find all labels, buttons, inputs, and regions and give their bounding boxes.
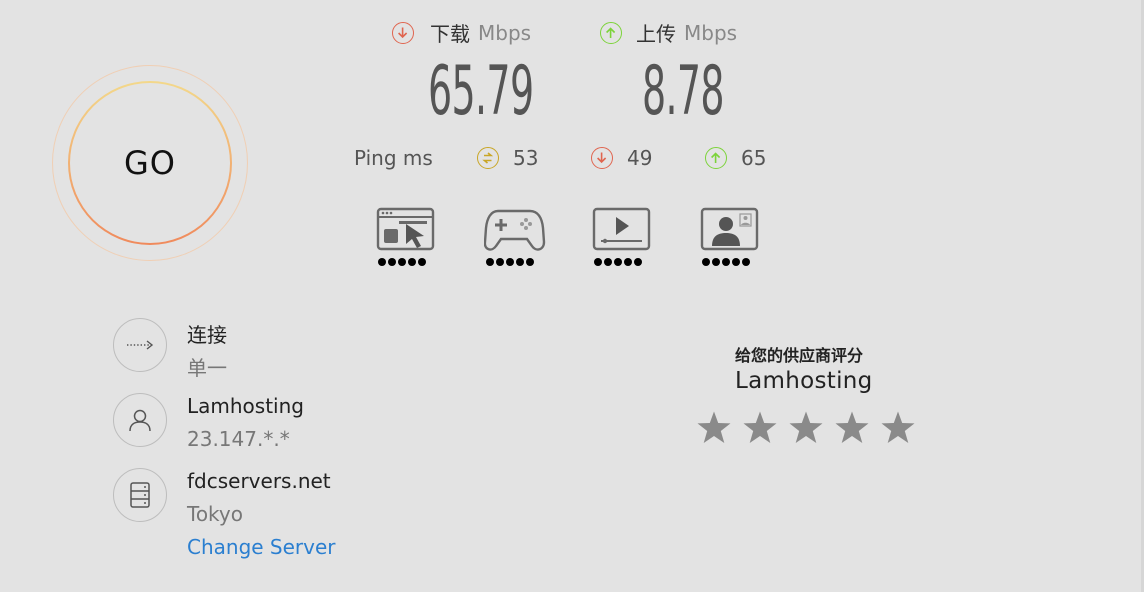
rating-isp-name: Lamhosting — [735, 368, 873, 394]
ping-upload-value: 65 — [741, 146, 767, 170]
ping-download: 49 — [591, 146, 652, 170]
connection-title: 连接 — [187, 323, 227, 347]
isp-name: Lamhosting — [187, 394, 304, 418]
download-label: 下载 — [430, 22, 470, 46]
ping-idle: 53 — [477, 146, 538, 170]
upload-unit: Mbps — [684, 20, 738, 45]
download-unit: Mbps — [478, 20, 532, 45]
star-4-icon[interactable] — [834, 410, 870, 446]
user-icon — [113, 393, 167, 447]
go-button-container: GO — [52, 65, 248, 261]
video-streaming-quality[interactable] — [592, 206, 652, 270]
gaming-rating-dots — [486, 258, 534, 266]
gaming-icon — [483, 209, 546, 251]
ping-label: Ping ms — [354, 146, 433, 170]
upload-header: 上传 Mbps — [600, 18, 737, 47]
video-streaming-icon — [592, 207, 651, 251]
video-streaming-rating-dots — [594, 258, 642, 266]
connection-value: 单一 — [187, 356, 227, 380]
star-1-icon[interactable] — [696, 410, 732, 446]
upload-arrow-icon — [600, 21, 622, 44]
connection-icon — [113, 318, 167, 372]
ping-unit: ms — [402, 146, 433, 170]
ping-idle-value: 53 — [513, 146, 539, 170]
gaming-quality[interactable] — [483, 206, 546, 270]
go-button[interactable]: GO — [68, 81, 232, 245]
rating-title: 给您的供应商评分 — [735, 346, 864, 365]
video-chat-quality[interactable] — [700, 206, 760, 270]
star-3-icon[interactable] — [788, 410, 824, 446]
ping-upload-icon — [705, 147, 727, 169]
star-5-icon[interactable] — [880, 410, 916, 446]
ping-download-value: 49 — [627, 146, 653, 170]
web-browsing-icon — [376, 207, 435, 251]
go-button-label: GO — [124, 144, 176, 182]
video-chat-icon — [700, 207, 759, 251]
isp-ip: 23.147.*.* — [187, 427, 290, 451]
star-2-icon[interactable] — [742, 410, 778, 446]
rating-stars — [696, 410, 916, 446]
upload-speed-value: 8.78 — [642, 52, 725, 131]
server-location: Tokyo — [187, 502, 243, 526]
change-server-link[interactable]: Change Server — [187, 535, 336, 559]
video-chat-rating-dots — [702, 258, 750, 266]
ping-idle-icon — [477, 147, 499, 169]
server-host: fdcservers.net — [187, 469, 331, 493]
download-speed-value: 65.79 — [428, 52, 534, 131]
download-arrow-icon — [392, 21, 414, 44]
ping-text: Ping — [354, 146, 397, 170]
download-header: 下载 Mbps — [392, 18, 531, 47]
ping-download-icon — [591, 147, 613, 169]
upload-label: 上传 — [636, 22, 676, 46]
ping-upload: 65 — [705, 146, 766, 170]
web-browsing-quality[interactable] — [376, 206, 436, 270]
web-browsing-rating-dots — [378, 258, 426, 266]
server-icon — [113, 468, 167, 522]
